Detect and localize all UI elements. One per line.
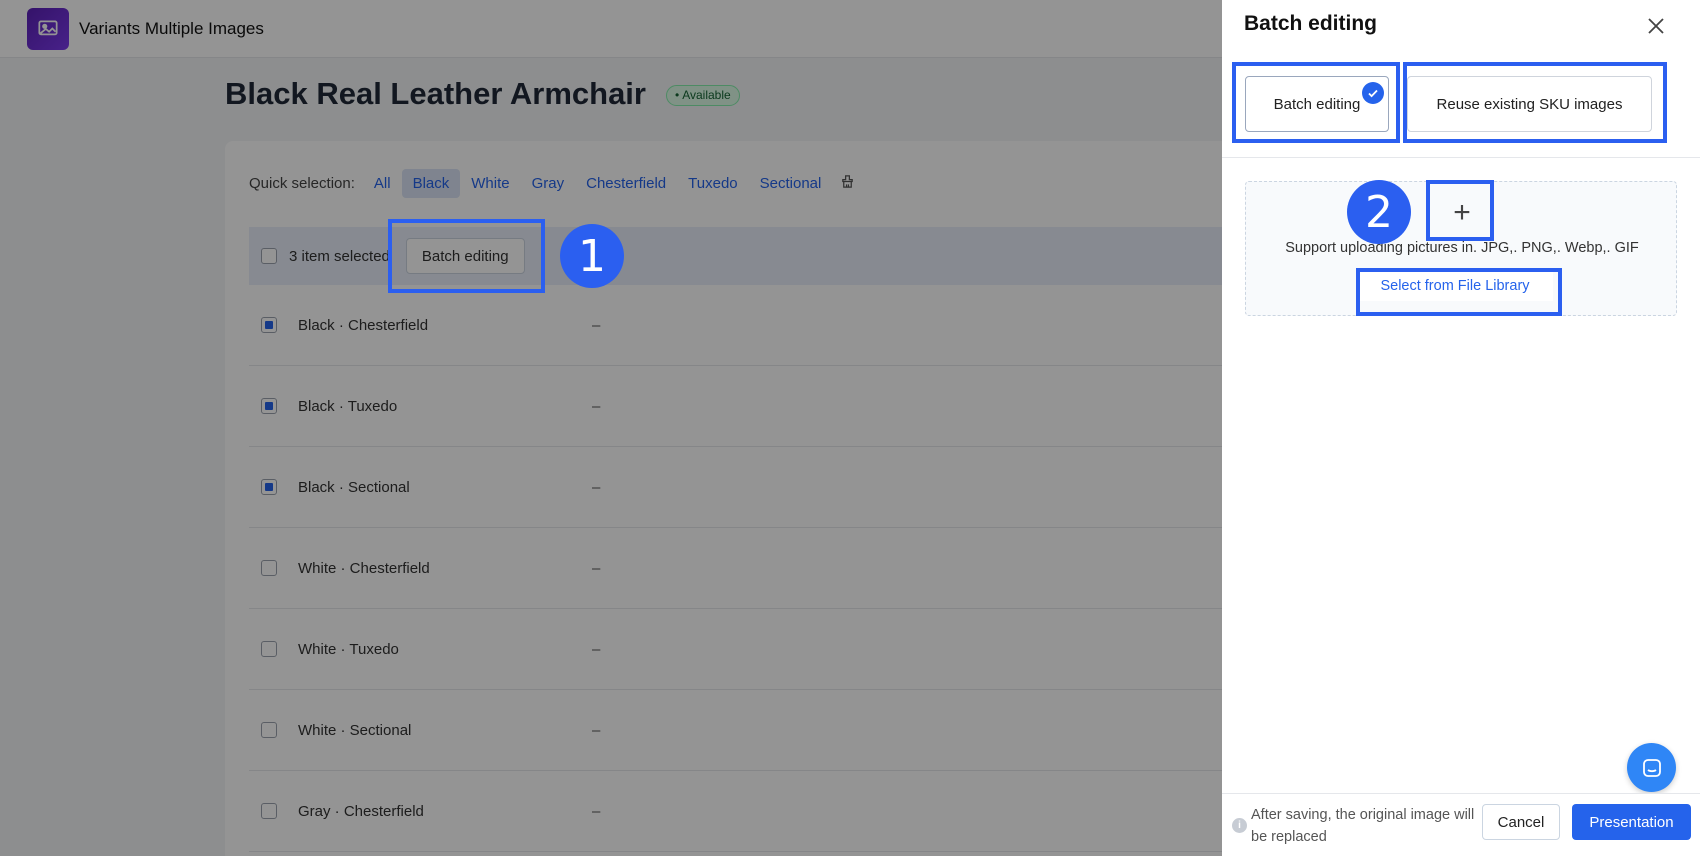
drawer-title: Batch editing — [1244, 12, 1378, 35]
batch-editing-drawer: Batch editing Batch editing Reuse existi… — [1222, 0, 1700, 856]
select-from-library-link[interactable]: Select from File Library — [1357, 271, 1553, 301]
option-label: Batch editing — [1273, 95, 1361, 113]
selected-check-icon — [1362, 82, 1384, 104]
footer-note: After saving, the original image will be… — [1251, 807, 1475, 845]
presentation-button[interactable]: Presentation — [1572, 804, 1691, 840]
step-marker-1: 1 — [560, 224, 624, 288]
upload-dropzone[interactable]: + Support uploading pictures in. JPG,. P… — [1245, 181, 1677, 316]
option-reuse-sku-images[interactable]: Reuse existing SKU images — [1407, 76, 1652, 132]
add-image-button[interactable]: + — [1433, 187, 1491, 239]
info-icon: i — [1232, 818, 1247, 833]
option-batch-editing[interactable]: Batch editing — [1245, 76, 1389, 132]
modal-overlay[interactable] — [0, 0, 1222, 856]
cancel-button[interactable]: Cancel — [1482, 804, 1560, 840]
chat-icon — [1642, 758, 1661, 777]
support-chat-button[interactable] — [1627, 743, 1676, 792]
upload-hint: Support uploading pictures in. JPG,. PNG… — [1285, 240, 1639, 256]
divider — [1222, 157, 1700, 158]
close-icon[interactable] — [1642, 12, 1670, 40]
drawer-footer: i After saving, the original image will … — [1222, 793, 1700, 856]
step-marker-2: 2 — [1347, 180, 1411, 244]
